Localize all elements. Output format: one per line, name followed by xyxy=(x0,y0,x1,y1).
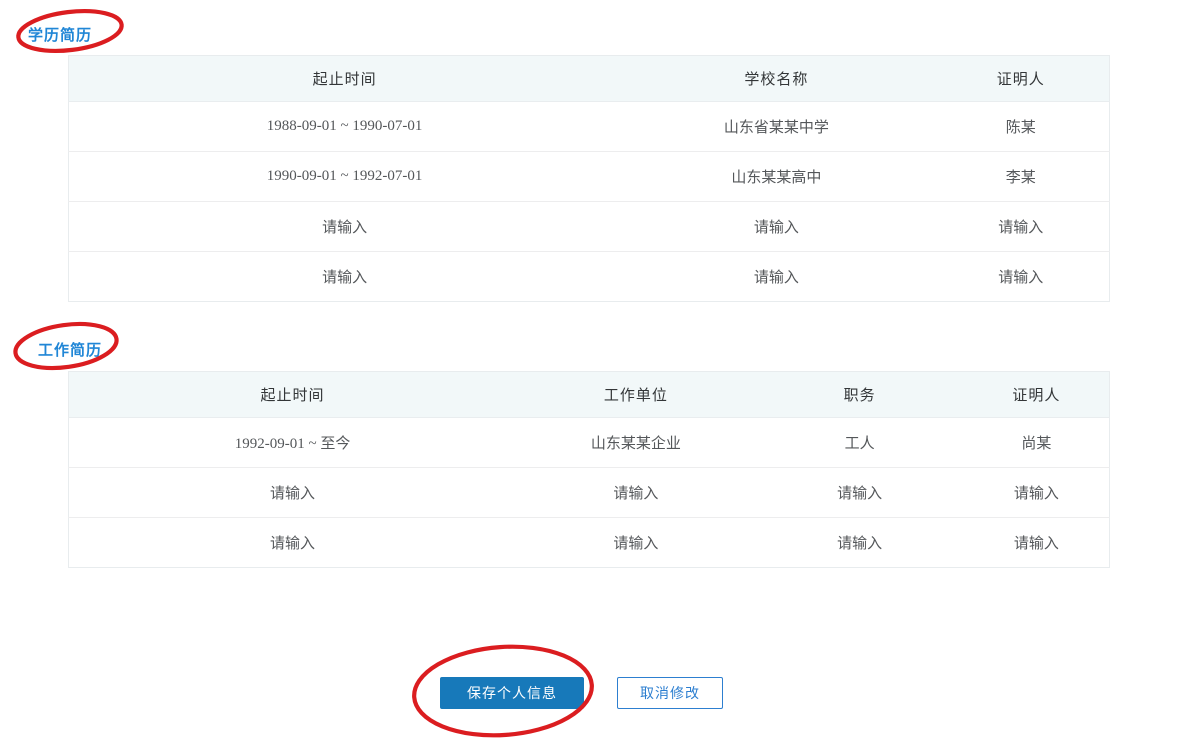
profile-edit-page: 学历简历 起止时间 学校名称 证明人 1988-09-01 ~ 1990-07-… xyxy=(0,0,1180,738)
education-cell-school[interactable]: 山东某某高中 xyxy=(620,152,932,202)
work-input-witness[interactable]: 请输入 xyxy=(964,468,1110,518)
education-cell-witness[interactable]: 李某 xyxy=(933,152,1110,202)
table-row: 1992-09-01 ~ 至今 山东某某企业 工人 尚某 xyxy=(69,418,1110,468)
education-cell-period[interactable]: 1990-09-01 ~ 1992-07-01 xyxy=(69,152,621,202)
education-header-period: 起止时间 xyxy=(69,56,621,102)
education-input-school[interactable]: 请输入 xyxy=(620,252,932,302)
education-input-school[interactable]: 请输入 xyxy=(620,202,932,252)
work-cell-employer[interactable]: 山东某某企业 xyxy=(516,418,755,468)
education-header-witness: 证明人 xyxy=(933,56,1110,102)
work-input-position[interactable]: 请输入 xyxy=(756,468,964,518)
work-header-row: 起止时间 工作单位 职务 证明人 xyxy=(69,372,1110,418)
work-table: 起止时间 工作单位 职务 证明人 1992-09-01 ~ 至今 山东某某企业 … xyxy=(68,371,1110,568)
work-header-witness: 证明人 xyxy=(964,372,1110,418)
education-cell-period[interactable]: 1988-09-01 ~ 1990-07-01 xyxy=(69,102,621,152)
education-section-title: 学历简历 xyxy=(28,24,92,45)
work-input-position[interactable]: 请输入 xyxy=(756,518,964,568)
education-header-row: 起止时间 学校名称 证明人 xyxy=(69,56,1110,102)
work-input-witness[interactable]: 请输入 xyxy=(964,518,1110,568)
education-cell-witness[interactable]: 陈某 xyxy=(933,102,1110,152)
education-input-witness[interactable]: 请输入 xyxy=(933,252,1110,302)
education-input-period[interactable]: 请输入 xyxy=(69,202,621,252)
form-actions: 保存个人信息 取消修改 xyxy=(440,677,723,709)
work-input-employer[interactable]: 请输入 xyxy=(516,468,755,518)
education-input-period[interactable]: 请输入 xyxy=(69,252,621,302)
work-input-period[interactable]: 请输入 xyxy=(69,468,517,518)
work-section-title: 工作简历 xyxy=(38,339,102,360)
cancel-changes-button[interactable]: 取消修改 xyxy=(617,677,723,709)
table-row: 1988-09-01 ~ 1990-07-01 山东省某某中学 陈某 xyxy=(69,102,1110,152)
work-input-period[interactable]: 请输入 xyxy=(69,518,517,568)
work-header-employer: 工作单位 xyxy=(516,372,755,418)
work-header-position: 职务 xyxy=(756,372,964,418)
table-row: 请输入 请输入 请输入 请输入 xyxy=(69,518,1110,568)
table-row: 请输入 请输入 请输入 xyxy=(69,252,1110,302)
education-header-school: 学校名称 xyxy=(620,56,932,102)
work-cell-position[interactable]: 工人 xyxy=(756,418,964,468)
table-row: 1990-09-01 ~ 1992-07-01 山东某某高中 李某 xyxy=(69,152,1110,202)
education-table: 起止时间 学校名称 证明人 1988-09-01 ~ 1990-07-01 山东… xyxy=(68,55,1110,302)
work-input-employer[interactable]: 请输入 xyxy=(516,518,755,568)
work-cell-witness[interactable]: 尚某 xyxy=(964,418,1110,468)
education-input-witness[interactable]: 请输入 xyxy=(933,202,1110,252)
table-row: 请输入 请输入 请输入 请输入 xyxy=(69,468,1110,518)
save-profile-button[interactable]: 保存个人信息 xyxy=(440,677,584,709)
table-row: 请输入 请输入 请输入 xyxy=(69,202,1110,252)
work-cell-period[interactable]: 1992-09-01 ~ 至今 xyxy=(69,418,517,468)
education-cell-school[interactable]: 山东省某某中学 xyxy=(620,102,932,152)
work-header-period: 起止时间 xyxy=(69,372,517,418)
